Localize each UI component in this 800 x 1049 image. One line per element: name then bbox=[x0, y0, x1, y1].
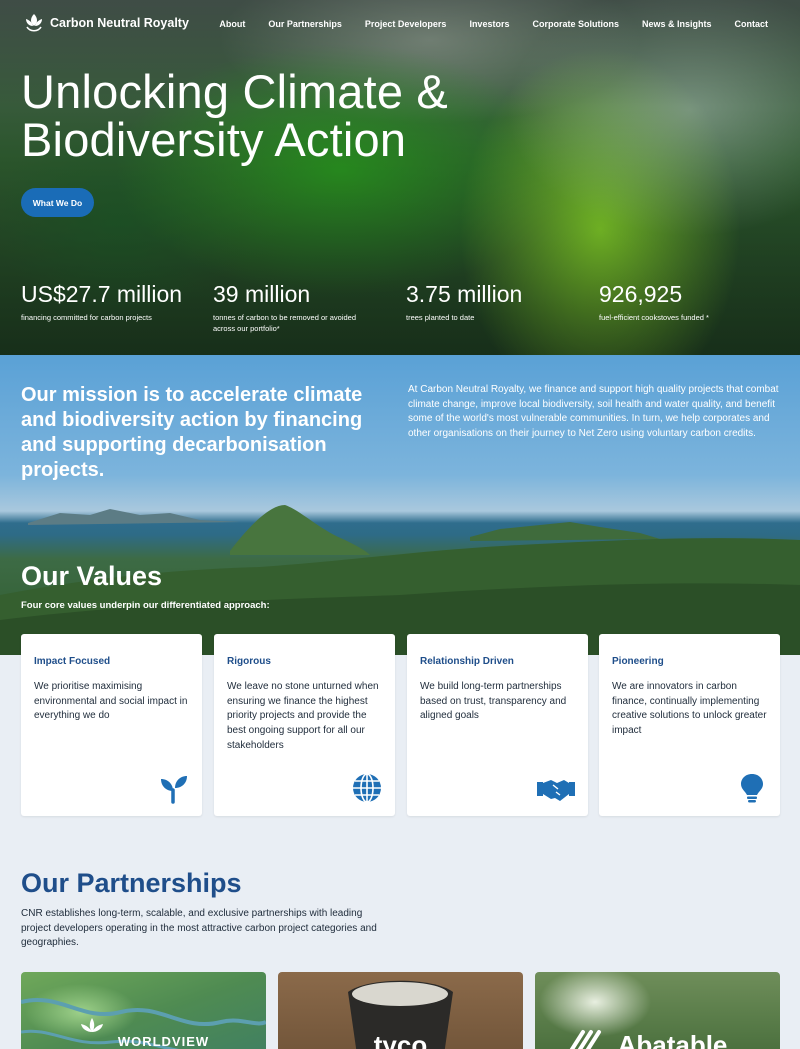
partner-card-worldview[interactable]: WORLDVIEW bbox=[21, 972, 266, 1049]
values-subtitle: Four core values underpin our differenti… bbox=[21, 600, 270, 611]
partner-label: Abatable bbox=[617, 1030, 728, 1049]
leaf-logo-icon bbox=[26, 14, 42, 32]
values-cards: Impact Focused We prioritise maximising … bbox=[21, 634, 780, 816]
stat-label: trees planted to date bbox=[406, 313, 475, 322]
value-card-title: Pioneering bbox=[612, 656, 664, 667]
value-card-pioneering: Pioneering We are innovators in carbon f… bbox=[599, 634, 780, 816]
value-card-body: We leave no stone unturned when ensuring… bbox=[227, 681, 379, 751]
stat-label: financing committed for carbon projects bbox=[21, 313, 152, 322]
stat-value: 3.75 million bbox=[406, 281, 523, 307]
value-card-title: Relationship Driven bbox=[420, 656, 514, 667]
partner-label: WORLDVIEW bbox=[117, 1034, 210, 1049]
partnerships-title: Our Partnerships bbox=[21, 868, 242, 898]
partner-card-abatable[interactable]: Abatable bbox=[535, 972, 780, 1049]
seedling-icon bbox=[161, 776, 187, 804]
nav-our-partnerships[interactable]: Our Partnerships bbox=[268, 19, 342, 29]
value-card-body: We prioritise maximising environmental a… bbox=[34, 681, 188, 722]
stat-cookstoves: 926,925 fuel-efficient cookstoves funded… bbox=[599, 280, 769, 323]
value-card-impact: Impact Focused We prioritise maximising … bbox=[21, 634, 202, 816]
stat-carbon: 39 million tonnes of carbon to be remove… bbox=[213, 280, 363, 334]
nav-contact[interactable]: Contact bbox=[735, 19, 769, 29]
stat-label: fuel-efficient cookstoves funded * bbox=[599, 313, 709, 322]
nav-links: About Our Partnerships Project Developer… bbox=[219, 19, 768, 29]
value-card-body: We are innovators in carbon finance, con… bbox=[612, 681, 767, 737]
stat-financing: US$27.7 million financing committed for … bbox=[21, 280, 191, 323]
stat-value: 39 million bbox=[213, 281, 311, 307]
stat-label: tonnes of carbon to be removed or avoide… bbox=[213, 313, 357, 333]
value-card-relationship: Relationship Driven We build long-term p… bbox=[407, 634, 588, 816]
value-card-rigorous: Rigorous We leave no stone unturned when… bbox=[214, 634, 395, 816]
partner-card-tyco[interactable]: tyco bbox=[278, 972, 523, 1049]
handshake-icon bbox=[537, 780, 575, 801]
stat-value: US$27.7 million bbox=[21, 281, 183, 307]
lightbulb-icon bbox=[741, 774, 763, 803]
nav-news-insights[interactable]: News & Insights bbox=[642, 19, 712, 29]
values-title: Our Values bbox=[21, 561, 163, 591]
value-card-title: Impact Focused bbox=[34, 656, 111, 667]
brand-logo[interactable]: Carbon Neutral Royalty bbox=[24, 12, 189, 34]
globe-icon bbox=[353, 773, 381, 803]
partner-label: tyco bbox=[373, 1030, 428, 1049]
stat-trees: 3.75 million trees planted to date bbox=[406, 280, 576, 323]
mission-body: At Carbon Neutral Royalty, we finance an… bbox=[408, 384, 779, 439]
mission-heading: Our mission is to accelerate climate and… bbox=[21, 384, 363, 481]
nav-investors[interactable]: Investors bbox=[469, 19, 509, 29]
stat-value: 926,925 bbox=[599, 281, 683, 307]
nav-project-developers[interactable]: Project Developers bbox=[365, 19, 447, 29]
nav-corporate-solutions[interactable]: Corporate Solutions bbox=[532, 19, 619, 29]
top-navigation: Carbon Neutral Royalty About Our Partner… bbox=[0, 0, 800, 50]
brand-name: Carbon Neutral Royalty bbox=[50, 16, 189, 30]
hero-title: Unlocking Climate & Biodiversity Action bbox=[21, 65, 448, 166]
value-card-body: We build long-term partnerships based on… bbox=[420, 681, 567, 722]
value-card-title: Rigorous bbox=[227, 656, 271, 667]
nav-about[interactable]: About bbox=[219, 19, 245, 29]
partnerships-body: CNR establishes long-term, scalable, and… bbox=[21, 908, 377, 949]
what-we-do-button[interactable]: What We Do bbox=[21, 188, 94, 217]
